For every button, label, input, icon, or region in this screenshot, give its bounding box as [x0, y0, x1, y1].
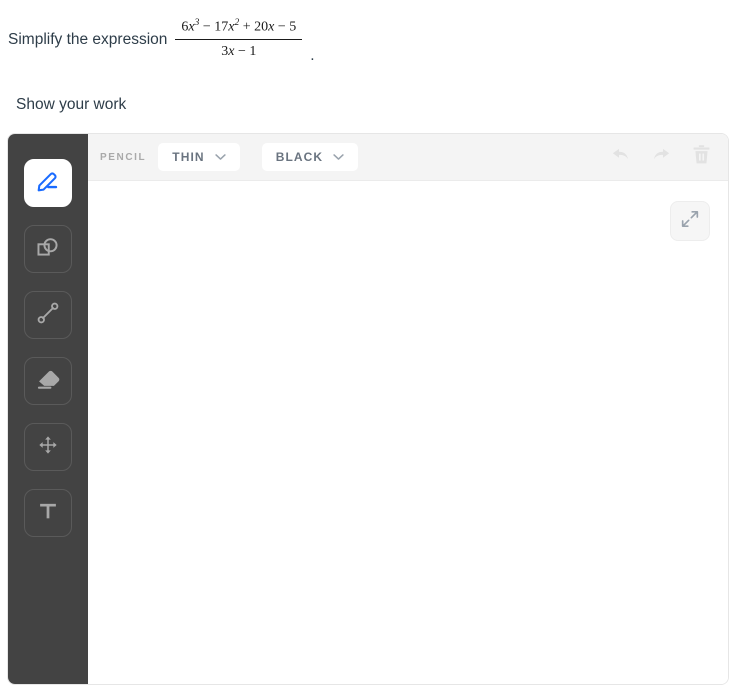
denominator-var: x	[228, 43, 235, 59]
denominator-const: 1	[249, 43, 257, 59]
denominator-op: −	[237, 43, 246, 59]
tool-rail	[8, 134, 88, 684]
numerator-op-1: −	[202, 19, 211, 35]
chevron-down-icon	[215, 148, 226, 166]
numerator-exp-1: 3	[194, 17, 200, 28]
tool-button-pencil[interactable]	[24, 159, 72, 207]
thickness-value: THIN	[172, 150, 205, 164]
expand-canvas-button[interactable]	[670, 201, 710, 241]
color-value: BLACK	[275, 150, 324, 164]
redo-icon	[650, 145, 672, 170]
fraction-denominator: 3x − 1	[215, 40, 262, 61]
tool-button-move[interactable]	[24, 423, 72, 471]
numerator-var-3: x	[268, 19, 275, 35]
pencil-icon	[35, 168, 61, 199]
move-icon	[38, 435, 58, 460]
tool-button-shapes[interactable]	[24, 225, 72, 273]
numerator-const: 5	[289, 19, 297, 35]
undo-button[interactable]	[608, 144, 634, 170]
numerator-op-2: +	[242, 19, 251, 35]
prompt-period: .	[310, 46, 315, 64]
numerator-exp-2: 2	[234, 17, 240, 28]
tool-button-line[interactable]	[24, 291, 72, 339]
expand-icon	[680, 209, 700, 234]
tool-button-eraser[interactable]	[24, 357, 72, 405]
numerator-op-3: −	[277, 19, 286, 35]
active-tool-label: PENCIL	[100, 151, 147, 163]
whiteboard-widget: PENCIL THIN BLACK	[7, 133, 729, 685]
trash-icon	[692, 144, 711, 170]
drawing-toolbar: PENCIL THIN BLACK	[88, 134, 728, 181]
numerator-coeff-3: 20	[254, 19, 269, 35]
question-block: Simplify the expression 6x3 − 17x2 + 20x…	[8, 10, 728, 113]
numerator-coeff-2: 17	[214, 19, 229, 35]
redo-button[interactable]	[648, 144, 674, 170]
math-expression-fraction: 6x3 − 17x2 + 20x − 5 3x − 1	[175, 17, 303, 61]
fraction-numerator: 6x3 − 17x2 + 20x − 5	[175, 17, 302, 39]
thickness-dropdown[interactable]: THIN	[158, 143, 240, 171]
chevron-down-icon	[333, 148, 344, 166]
drawing-canvas[interactable]	[88, 181, 728, 684]
page-root: Simplify the expression 6x3 − 17x2 + 20x…	[0, 0, 742, 700]
clear-canvas-button[interactable]	[688, 144, 714, 170]
color-dropdown[interactable]: BLACK	[261, 143, 359, 171]
question-prompt: Simplify the expression 6x3 − 17x2 + 20x…	[8, 10, 728, 70]
text-icon	[37, 500, 59, 527]
line-segment-icon	[35, 300, 61, 331]
sub-prompt: Show your work	[16, 96, 127, 113]
shapes-icon	[35, 234, 61, 265]
prompt-text: Simplify the expression	[8, 30, 168, 48]
undo-icon	[610, 145, 632, 170]
board-area: PENCIL THIN BLACK	[88, 134, 728, 684]
tool-button-text[interactable]	[24, 489, 72, 537]
eraser-icon	[35, 365, 62, 397]
